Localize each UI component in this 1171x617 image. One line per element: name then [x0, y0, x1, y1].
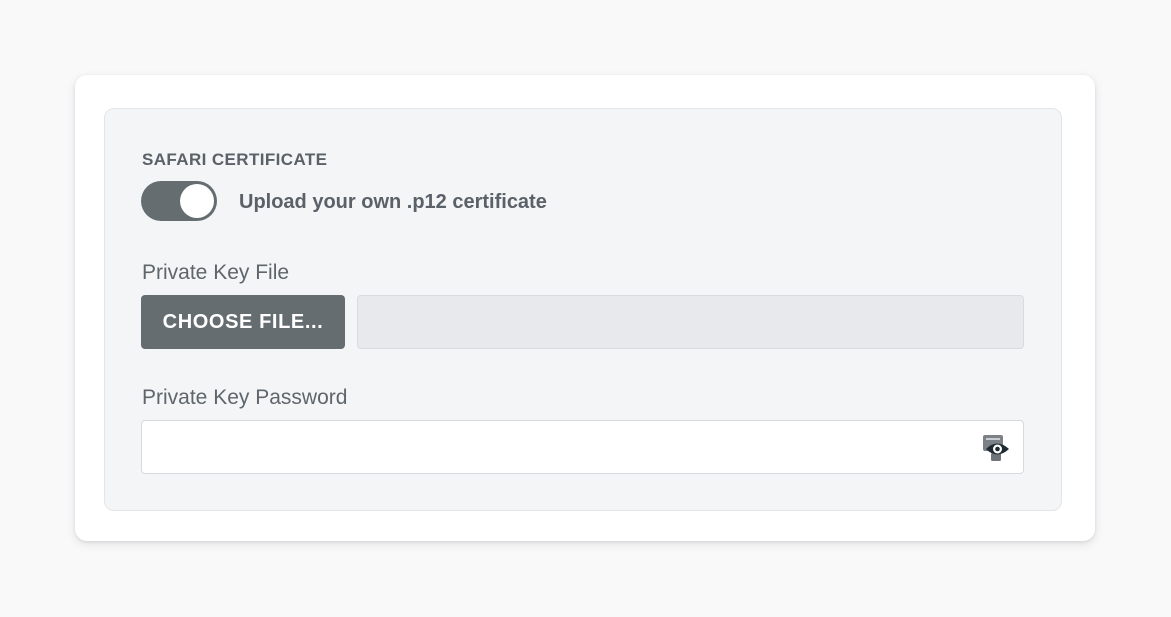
- section-title: SAFARI CERTIFICATE: [142, 150, 328, 169]
- file-name-display: [357, 295, 1024, 349]
- certificate-panel: SAFARI CERTIFICATE Upload your own .p12 …: [104, 108, 1062, 511]
- upload-certificate-toggle[interactable]: [141, 181, 217, 221]
- choose-file-button[interactable]: CHOOSE FILE...: [141, 295, 345, 349]
- private-key-password-input[interactable]: [142, 421, 1023, 473]
- private-key-file-label: Private Key File: [142, 261, 290, 284]
- eye-icon[interactable]: [981, 433, 1013, 463]
- password-field-wrapper: [141, 420, 1024, 474]
- toggle-label: Upload your own .p12 certificate: [239, 191, 547, 213]
- settings-card: SAFARI CERTIFICATE Upload your own .p12 …: [75, 75, 1095, 541]
- toggle-knob: [180, 184, 214, 218]
- private-key-password-label: Private Key Password: [142, 386, 348, 409]
